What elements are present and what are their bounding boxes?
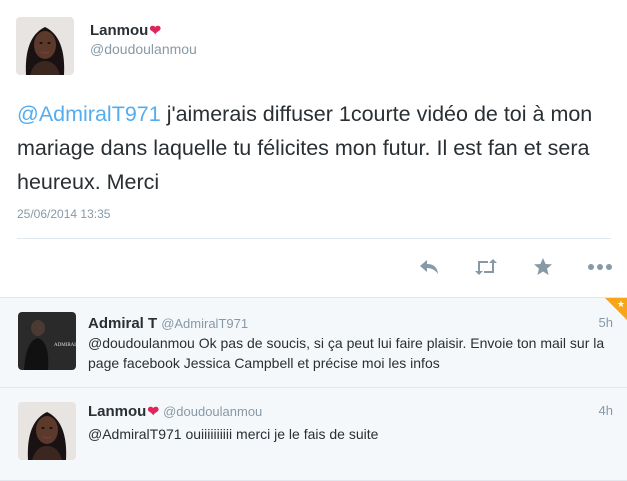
reply-handle[interactable]: @AdmiralT971 — [161, 316, 248, 331]
reply-text: @doudoulanmou Ok pas de soucis, si ça pe… — [88, 335, 605, 371]
favorite-icon[interactable] — [528, 252, 558, 282]
tweet-actions — [0, 252, 627, 284]
reply-handle[interactable]: @doudoulanmou — [163, 404, 262, 419]
avatar-lanmou[interactable] — [18, 402, 76, 460]
reply-icon[interactable] — [414, 252, 444, 282]
divider — [17, 238, 611, 239]
author-handle[interactable]: @doudoulanmou — [90, 41, 197, 57]
retweet-icon[interactable] — [471, 252, 501, 282]
reply-time[interactable]: 4h — [599, 403, 613, 418]
reply-text: @AdmiralT971 ouiiiiiiiiii merci je le fa… — [88, 426, 379, 442]
heart-emoji: ❤ — [149, 22, 162, 38]
tweet-timestamp[interactable]: 25/06/2014 13:35 — [17, 207, 110, 221]
reply-tweet[interactable]: ADMIRAL T Admiral T@AdmiralT971 5h @doud… — [0, 298, 627, 388]
reply-author[interactable]: Lanmou❤ @doudoulanmou — [88, 403, 262, 420]
avatar-admiral-t[interactable]: ADMIRAL T — [18, 312, 76, 370]
reply-tweet[interactable]: Lanmou❤ @doudoulanmou 4h @AdmiralT971 oui… — [0, 388, 627, 481]
reply-author[interactable]: Admiral T @AdmiralT971 — [88, 315, 248, 332]
main-tweet: Lanmou❤ @doudoulanmou @AdmiralT971 j'aim… — [0, 0, 627, 298]
more-icon[interactable] — [585, 252, 615, 282]
avatar-lanmou[interactable] — [16, 17, 74, 75]
mention-link[interactable]: @AdmiralT971 — [17, 102, 161, 126]
star-badge-icon: ★ — [616, 299, 625, 309]
tweet-text: @AdmiralT971 j'aimerais diffuser 1courte… — [17, 97, 617, 199]
avatar-logo-text: ADMIRAL T — [54, 343, 76, 348]
heart-emoji: ❤ — [147, 403, 160, 419]
author-name[interactable]: Lanmou❤ — [90, 22, 161, 39]
